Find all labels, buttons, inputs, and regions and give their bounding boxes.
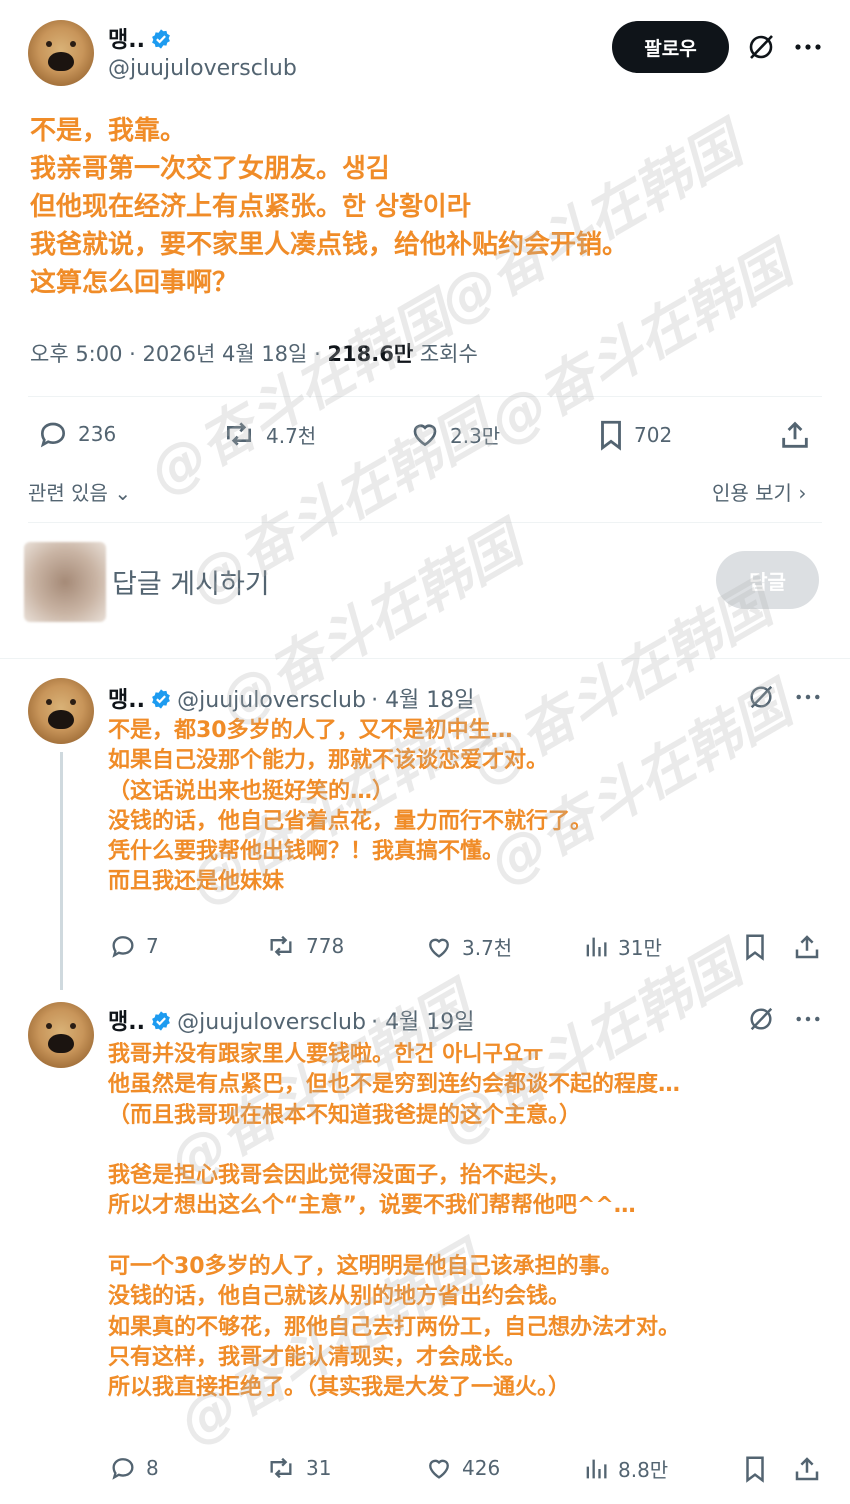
- author-name[interactable]: 맹..: [108, 28, 145, 53]
- reply-author-name[interactable]: 맹..: [108, 1010, 145, 1035]
- reply-text: 我哥并没有跟家里人要钱啦。한건 아니구요ㅠ 他虽然是有点紧巴，但也不是穷到连约会…: [108, 1040, 680, 1404]
- tweet-time[interactable]: 오후 5:00: [30, 342, 122, 366]
- reply-line: 没钱的话，他自己就该从别的地方省出约会钱。: [108, 1284, 571, 1310]
- author-handle[interactable]: @juujuloversclub: [108, 56, 297, 81]
- reply-line: 而且我还是他妹妹: [108, 869, 285, 895]
- more-options-icon[interactable]: [788, 28, 828, 66]
- view-quotes-link[interactable]: 인용 보기 ›: [712, 477, 806, 506]
- repost-action[interactable]: 4.7천: [220, 418, 316, 450]
- reply-line: 我哥并没有跟家里人要钱啦。한건 아니구요ㅠ: [108, 1042, 544, 1067]
- reply-line: 所以才想出这么个“主意”，说要不我们帮帮他吧^^…: [108, 1193, 636, 1219]
- tweet-date[interactable]: 2026년 4월 18일: [143, 342, 308, 366]
- reply-action[interactable]: 8: [108, 1454, 159, 1482]
- grok-icon[interactable]: [744, 1004, 778, 1034]
- tweet-text: 不是，我靠。 我亲哥第一次交了女朋友。생김 但他现在经济上有点紧张。한 상황이라…: [30, 112, 628, 302]
- reply-line: 凭什么要我帮他出钱啊？！我真搞不懂。: [108, 839, 505, 865]
- reply-line: 可一个30多岁的人了，这明明是他自己该承担的事。: [108, 1254, 623, 1280]
- views-action[interactable]: 31만: [582, 932, 662, 961]
- like-count: 426: [462, 1456, 501, 1480]
- tweet-meta: 오후 5:00 · 2026년 4월 18일 · 218.6만 조회수: [30, 342, 478, 366]
- reply-author-name[interactable]: 맹..: [108, 688, 145, 713]
- grok-icon[interactable]: [742, 28, 780, 66]
- reply-header: 맹.. @juujuloversclub · 4월 19일: [108, 1010, 475, 1035]
- reply-author-handle[interactable]: @juujuloversclub: [177, 1010, 366, 1035]
- related-label: 관련 있음: [28, 481, 108, 505]
- like-action[interactable]: 426: [424, 1454, 500, 1482]
- repost-count: 4.7천: [266, 423, 317, 448]
- thread-connector: [60, 752, 63, 990]
- divider: [0, 658, 850, 659]
- reply-date[interactable]: 4월 19일: [385, 1010, 474, 1035]
- repost-action[interactable]: 778: [264, 932, 344, 960]
- chevron-down-icon: ⌄: [107, 481, 132, 505]
- reply-line: 没钱的话，他自己省着点花，量力而行不就行了。: [108, 808, 593, 834]
- follow-button[interactable]: 팔로우: [612, 21, 729, 73]
- bookmark-action[interactable]: 702: [596, 418, 672, 452]
- reply-line: （而且我哥现在根本不知道我爸提的这个主意。）: [108, 1102, 582, 1128]
- tweet-line: 我爸就说，要不家里人凑点钱，给他补贴约会开销。: [30, 230, 629, 260]
- repost-count: 31: [306, 1456, 332, 1480]
- reply-line: 不是，都30多岁的人了，又不是初中生…: [108, 718, 513, 743]
- reply-line: [108, 1131, 680, 1161]
- reply-count: 7: [146, 934, 159, 958]
- reply-action[interactable]: 7: [108, 932, 159, 960]
- bookmark-count: 702: [634, 423, 673, 447]
- reply-input[interactable]: 답글 게시하기: [112, 562, 270, 601]
- reply-action[interactable]: 236: [36, 418, 116, 450]
- reply-line: [108, 1222, 680, 1252]
- reply-submit-button[interactable]: 답글: [716, 551, 819, 609]
- reply-avatar[interactable]: [28, 1002, 94, 1068]
- share-icon[interactable]: [778, 418, 812, 452]
- views-label: 조회수: [419, 342, 478, 366]
- views-action[interactable]: 8.8만: [582, 1454, 668, 1483]
- reply-header: 맹.. @juujuloversclub · 4월 18일: [108, 688, 475, 713]
- reply-line: 他虽然是有点紧巴，但也不是穷到连约会都谈不起的程度…: [108, 1072, 681, 1098]
- views-count: 8.8만: [618, 1458, 669, 1482]
- views-count: 31만: [618, 936, 662, 960]
- chevron-right-icon: ›: [791, 481, 807, 505]
- reply-line: 所以我直接拒绝了。（其实我是大发了一通火。）: [108, 1375, 571, 1401]
- share-icon[interactable]: [792, 1454, 822, 1484]
- tweet-line: 不是，我靠。: [30, 116, 187, 146]
- watermark: @奋斗在韩国: [138, 282, 463, 507]
- author-name-row[interactable]: 맹..: [108, 22, 172, 54]
- more-options-icon[interactable]: [790, 1004, 826, 1034]
- author-avatar[interactable]: [28, 20, 94, 86]
- reply-date[interactable]: 4월 18일: [385, 688, 474, 713]
- grok-icon[interactable]: [744, 682, 778, 712]
- divider: [28, 522, 822, 523]
- share-icon[interactable]: [792, 932, 822, 962]
- reply-count: 8: [146, 1456, 159, 1480]
- my-avatar: [24, 542, 106, 622]
- related-filter[interactable]: 관련 있음 ⌄: [28, 477, 131, 506]
- divider: [28, 396, 822, 397]
- verified-badge-icon: [152, 29, 170, 49]
- repost-count: 778: [306, 934, 345, 958]
- tweet-line: 但他现在经济上有点紧张。한 상황이라: [30, 192, 471, 222]
- reply-avatar[interactable]: [28, 678, 94, 744]
- reply-text: 不是，都30多岁的人了，又不是初中生… 如果自己没那个能力，那就不该谈恋爱才对。…: [108, 716, 592, 898]
- verified-badge-icon: [152, 1011, 170, 1031]
- reply-line: （这话说出来也挺好笑的…）: [108, 778, 395, 804]
- tweet-line: 我亲哥第一次交了女朋友。생김: [30, 154, 390, 184]
- repost-action[interactable]: 31: [264, 1454, 331, 1482]
- tweet-line: 这算怎么回事啊？: [30, 268, 239, 298]
- like-count: 2.3만: [450, 423, 501, 448]
- verified-badge-icon: [152, 689, 170, 709]
- like-action[interactable]: 3.7천: [424, 932, 512, 961]
- reply-line: 如果自己没那个能力，那就不该谈恋爱才对。: [108, 748, 549, 774]
- bookmark-icon[interactable]: [742, 1454, 768, 1484]
- reply-author-handle[interactable]: @juujuloversclub: [177, 688, 366, 713]
- bookmark-icon[interactable]: [742, 932, 768, 962]
- like-count: 3.7천: [462, 936, 513, 960]
- reply-count: 236: [78, 422, 117, 446]
- reply-line: 我爸是担心我哥会因此觉得没面子，抬不起头，: [108, 1163, 571, 1189]
- like-action[interactable]: 2.3만: [408, 418, 500, 450]
- quotes-label: 인용 보기: [712, 481, 792, 505]
- reply-line: 如果真的不够花，那他自己去打两份工，自己想办法才对。: [108, 1314, 681, 1340]
- views-count: 218.6만: [327, 342, 414, 366]
- more-options-icon[interactable]: [790, 682, 826, 712]
- reply-line: 只有这样，我哥才能认清现实，才会成长。: [108, 1344, 527, 1370]
